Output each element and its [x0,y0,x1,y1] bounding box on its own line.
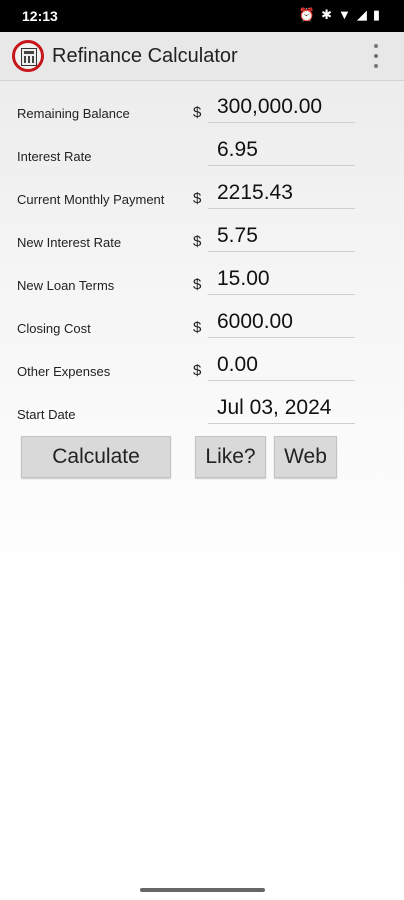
remaining-balance-value: 300,000.00 [217,95,323,118]
currency-symbol: $ [193,319,202,336]
currency-symbol: $ [193,104,202,121]
label-interest-rate: Interest Rate [17,149,92,164]
app-bar: Refinance Calculator [0,32,404,81]
signal-icon: ◢ [356,7,367,22]
label-other-expenses: Other Expenses [17,364,111,379]
status-time: 12:13 [22,8,58,24]
currency-symbol: $ [193,233,202,250]
closing-cost-input[interactable]: 6000.00 [208,308,355,338]
interest-rate-input[interactable]: 6.95 [208,136,355,166]
current-monthly-payment-value: 2215.43 [217,181,293,204]
currency-symbol: $ [193,190,202,207]
row-new-loan-terms: New Loan Terms $ 15.00 [0,258,404,301]
calculator-icon [12,40,44,72]
new-loan-terms-value: 15.00 [217,267,270,290]
overflow-menu-icon[interactable] [368,44,384,68]
row-start-date: Start Date Jul 03, 2024 [0,387,404,430]
bluetooth-icon: ✱ [321,7,332,22]
current-monthly-payment-input[interactable]: 2215.43 [208,179,355,209]
label-new-loan-terms: New Loan Terms [17,278,115,293]
currency-symbol: $ [193,362,202,379]
new-interest-rate-input[interactable]: 5.75 [208,222,355,252]
row-current-monthly-payment: Current Monthly Payment $ 2215.43 [0,172,404,215]
start-date-value: Jul 03, 2024 [217,396,332,419]
start-date-input[interactable]: Jul 03, 2024 [208,394,355,424]
alarm-icon: ⏰ [298,7,316,22]
calculate-button[interactable]: Calculate [21,436,171,478]
closing-cost-value: 6000.00 [217,310,293,333]
home-gesture-bar[interactable] [140,888,265,892]
status-icons: ⏰ ✱ ▼ ◢ ▮ [299,7,380,23]
row-other-expenses: Other Expenses $ 0.00 [0,344,404,387]
label-new-interest-rate: New Interest Rate [17,235,122,250]
new-interest-rate-value: 5.75 [217,224,258,247]
currency-symbol: $ [193,276,202,293]
row-interest-rate: Interest Rate 6.95 [0,129,404,172]
like-button[interactable]: Like? [195,436,266,478]
label-current-monthly-payment: Current Monthly Payment [17,192,165,207]
row-closing-cost: Closing Cost $ 6000.00 [0,301,404,344]
other-expenses-input[interactable]: 0.00 [208,351,355,381]
wifi-icon: ▼ [337,7,351,22]
row-new-interest-rate: New Interest Rate $ 5.75 [0,215,404,258]
row-remaining-balance: Remaining Balance $ 300,000.00 [0,86,404,129]
status-bar: 12:13 ⏰ ✱ ▼ ◢ ▮ [0,0,404,32]
remaining-balance-input[interactable]: 300,000.00 [208,93,355,123]
battery-icon: ▮ [372,7,380,22]
interest-rate-value: 6.95 [217,138,258,161]
web-button[interactable]: Web [274,436,337,478]
app-title: Refinance Calculator [52,45,238,67]
new-loan-terms-input[interactable]: 15.00 [208,265,355,295]
label-closing-cost: Closing Cost [17,321,91,336]
other-expenses-value: 0.00 [217,353,258,376]
label-remaining-balance: Remaining Balance [17,106,130,121]
label-start-date: Start Date [17,407,76,422]
